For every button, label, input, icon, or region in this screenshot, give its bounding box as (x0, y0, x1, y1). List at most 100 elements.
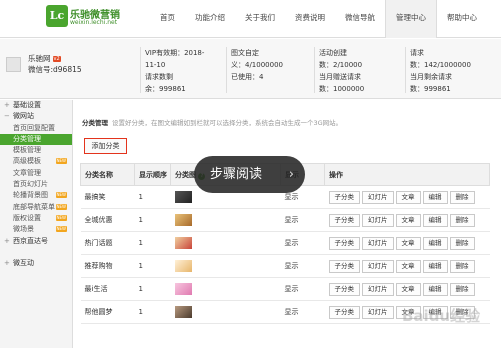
category-thumbnail[interactable] (174, 214, 192, 226)
activity-value: 数：2/10000 (319, 61, 363, 69)
sidebar-item-label: 底部导航菜单 (13, 202, 55, 211)
sidebar-group-micro-site[interactable]: − 微网站 (0, 111, 72, 122)
account-name-text: 乐驰网 (28, 54, 51, 63)
subcategory-button[interactable]: 子分类 (328, 305, 360, 319)
subcategory-button[interactable]: 子分类 (328, 190, 360, 204)
category-thumbnail[interactable] (174, 306, 192, 318)
edit-button[interactable]: 编辑 (422, 213, 448, 227)
sidebar-item-label: 西京直达号 (13, 236, 48, 245)
delete-button[interactable]: 删除 (449, 213, 475, 227)
step-reading-button[interactable]: 步骤阅读 › (194, 156, 305, 193)
sidebar-item-article-management[interactable]: 文章管理 (0, 168, 72, 179)
collapse-icon: − (4, 112, 10, 121)
category-order: 1 (134, 254, 171, 278)
category-order: 1 (134, 208, 171, 232)
sidebar-item-category-management[interactable]: 分类管理 (0, 133, 72, 146)
request-value: 数：142/1000000 (410, 61, 471, 69)
row-actions: 子分类 幻灯片 文章 编辑 删除 (324, 277, 490, 301)
nav-home[interactable]: 首页 (150, 0, 185, 38)
sidebar-item-micro-scene[interactable]: 微场景 NEW (0, 224, 72, 235)
sidebar-item-label: 轮播背景图 (13, 191, 48, 200)
sidebar-item-label: 微场景 (13, 225, 34, 234)
sidebar-item-copyright-settings[interactable]: 版权设置 NEW (0, 213, 72, 224)
category-status: 显示 (280, 277, 325, 301)
category-order: 1 (134, 300, 171, 324)
edit-button[interactable]: 编辑 (422, 236, 448, 250)
step-reading-label: 步骤阅读 (210, 167, 263, 182)
sidebar-item-home-reply[interactable]: 首页回复配置 (0, 123, 72, 134)
sidebar-item-template-management[interactable]: 模板管理 (0, 145, 72, 156)
nav-wechat-nav[interactable]: 微信导航 (335, 0, 385, 38)
nav-features[interactable]: 功能介绍 (185, 0, 235, 38)
site-logo[interactable]: Lc 乐驰微营销 weixin.lechi.net (46, 5, 124, 31)
column-header-order: 显示顺序 (134, 163, 171, 186)
edit-button[interactable]: 编辑 (422, 259, 448, 273)
category-name: 全城优惠 (80, 208, 135, 232)
sidebar-item-advanced-templates[interactable]: 高级模板 NEW (0, 156, 72, 167)
expand-icon: + (4, 101, 10, 109)
slideshow-button[interactable]: 幻灯片 (362, 213, 394, 227)
account-info-bar: 乐驰网 v2 微信号:d96815 VIP有效期：2018- 11-10 请求数剩… (0, 39, 501, 99)
activity-label: 活动创建 (319, 49, 347, 57)
article-button[interactable]: 文章 (395, 282, 421, 296)
avatar (6, 57, 21, 72)
subcategory-button[interactable]: 子分类 (328, 236, 360, 250)
sidebar-item-carousel-background[interactable]: 轮播背景图 NEW (0, 190, 72, 201)
stat-activity: 活动创建 数：2/10000 当月赠送请求 数：1000000 (314, 47, 364, 93)
category-thumbnail[interactable] (174, 283, 192, 295)
category-name: 帮他圆梦 (80, 300, 135, 324)
slideshow-button[interactable]: 幻灯片 (362, 190, 394, 204)
sidebar-item-label: 首页幻灯片 (13, 180, 48, 189)
delete-button[interactable]: 删除 (449, 190, 475, 204)
subcategory-button[interactable]: 子分类 (328, 282, 360, 296)
stat-requests: 请求 数：142/1000000 当月剩余请求 数：999861 (405, 47, 471, 93)
sidebar-item-home-slideshow[interactable]: 首页幻灯片 (0, 179, 72, 190)
sidebar-item-label: 首页回复配置 (13, 123, 55, 132)
sidebar-item-label: 分类管理 (13, 134, 41, 143)
slideshow-button[interactable]: 幻灯片 (362, 282, 394, 296)
article-button[interactable]: 文章 (395, 259, 421, 273)
column-header-image-label: 分类图 (175, 170, 196, 179)
slideshow-button[interactable]: 幻灯片 (362, 236, 394, 250)
edit-button[interactable]: 编辑 (422, 282, 448, 296)
logo-url: weixin.lechi.net (70, 19, 118, 26)
vip-date: 11-10 (145, 61, 166, 69)
delete-button[interactable]: 删除 (449, 259, 475, 273)
article-button[interactable]: 文章 (395, 236, 421, 250)
column-header-actions: 操作 (324, 163, 490, 186)
subcategory-button[interactable]: 子分类 (328, 213, 360, 227)
sidebar-group-basic-settings[interactable]: + 基础设置 (0, 100, 72, 111)
edit-button[interactable]: 编辑 (422, 190, 448, 204)
category-status: 显示 (280, 208, 325, 232)
slideshow-button[interactable]: 幻灯片 (362, 305, 394, 319)
delete-button[interactable]: 删除 (449, 236, 475, 250)
nav-help[interactable]: 帮助中心 (437, 0, 487, 38)
new-badge: NEW (55, 226, 67, 233)
category-order: 1 (134, 185, 171, 209)
chevron-right-icon: › (288, 167, 294, 182)
nav-pricing[interactable]: 资费说明 (285, 0, 335, 38)
sidebar-group-direct-account[interactable]: + 西京直达号 (0, 236, 72, 247)
category-name: 热门话题 (80, 231, 135, 255)
article-button[interactable]: 文章 (395, 190, 421, 204)
slideshow-button[interactable]: 幻灯片 (362, 259, 394, 273)
logo-badge: Lc (46, 5, 68, 27)
category-status: 显示 (280, 254, 325, 278)
category-thumbnail[interactable] (174, 191, 192, 203)
article-button[interactable]: 文章 (395, 213, 421, 227)
category-thumbnail[interactable] (174, 237, 192, 249)
add-category-button[interactable]: 添加分类 (84, 138, 127, 154)
request-remain-value: 余：999861 (145, 85, 186, 93)
nav-about[interactable]: 关于我们 (235, 0, 285, 38)
category-thumbnail[interactable] (174, 260, 192, 272)
nav-admin-center[interactable]: 管理中心 (385, 0, 437, 38)
sidebar-group-micro-interaction[interactable]: + 微互动 (0, 258, 72, 269)
subcategory-button[interactable]: 子分类 (328, 259, 360, 273)
delete-button[interactable]: 删除 (449, 282, 475, 296)
category-order: 1 (134, 231, 171, 255)
account-name: 乐驰网 v2 (28, 53, 61, 64)
row-actions: 子分类 幻灯片 文章 编辑 删除 (324, 208, 490, 232)
stat-media: 图文自定 义：4/1000000 已使用：4 (226, 47, 283, 93)
month-remain-value: 数：999861 (410, 85, 451, 93)
sidebar-item-bottom-nav-menu[interactable]: 底部导航菜单 NEW (0, 202, 72, 213)
